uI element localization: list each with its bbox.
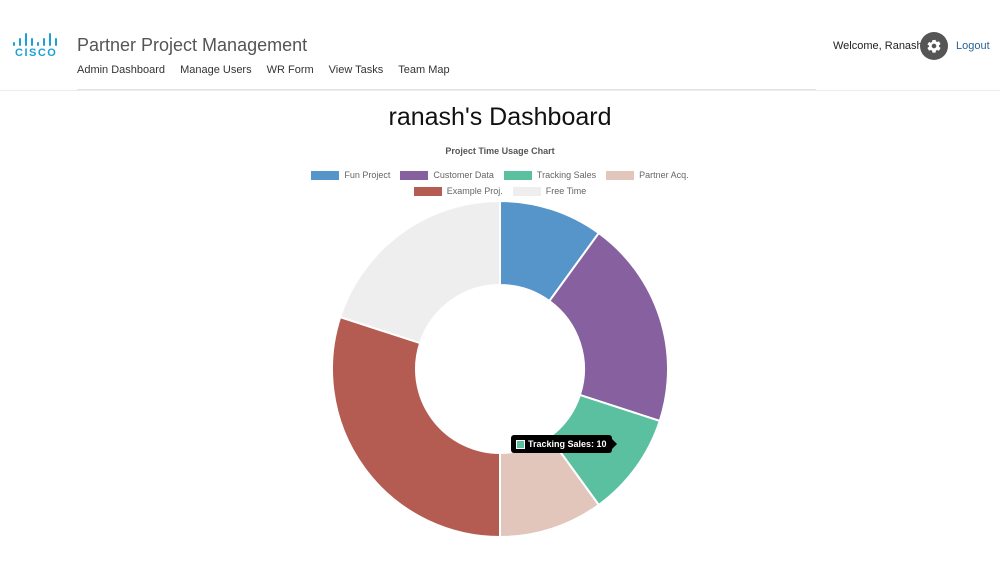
tooltip-text: Tracking Sales: 10: [528, 439, 607, 449]
donut-slice-free-time[interactable]: [338, 199, 501, 345]
tooltip-swatch: [516, 439, 525, 449]
donut-chart: [331, 199, 669, 539]
donut-slice-example-proj[interactable]: [331, 315, 501, 539]
chart-tooltip: Tracking Sales: 10: [511, 435, 617, 453]
